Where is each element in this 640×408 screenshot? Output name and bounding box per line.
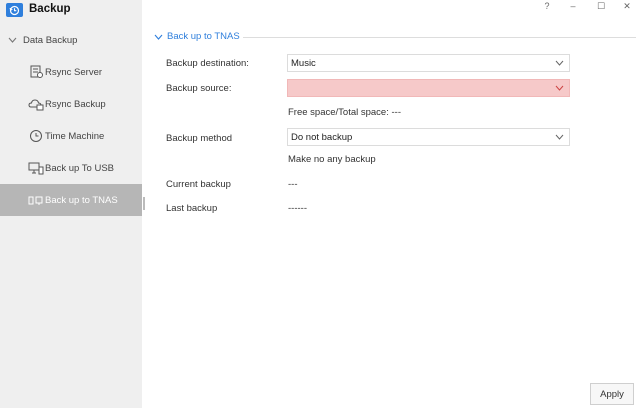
sidebar-item-rsync-server[interactable]: Rsync Server <box>0 56 142 88</box>
sidebar-group-label: Data Backup <box>23 35 78 46</box>
chevron-down-icon <box>555 60 564 66</box>
backup-destination-select[interactable]: Music <box>287 54 570 72</box>
time-machine-icon <box>30 130 42 142</box>
tnas-backup-icon <box>28 196 43 205</box>
last-backup-value: ------ <box>288 203 307 214</box>
section-header[interactable]: Back up to TNAS <box>153 30 636 44</box>
sidebar-item-time-machine[interactable]: Time Machine <box>0 120 142 152</box>
backup-destination-value: Music <box>291 58 316 69</box>
section-divider <box>243 37 636 38</box>
current-backup-value: --- <box>288 179 298 190</box>
sidebar-item-label: Back up to TNAS <box>45 195 118 206</box>
sidebar-item-rsync-backup[interactable]: Rsync Backup <box>0 88 142 120</box>
sidebar-resize-handle[interactable] <box>143 197 145 210</box>
backup-destination-label: Backup destination: <box>166 58 249 69</box>
backup-method-hint: Make no any backup <box>288 154 376 165</box>
window-controls: ? – ☐ ✕ <box>520 0 640 14</box>
maximize-button[interactable]: ☐ <box>591 0 611 12</box>
rsync-backup-icon <box>28 99 44 111</box>
backup-method-select[interactable]: Do not backup <box>287 128 570 146</box>
backup-source-label: Backup source: <box>166 83 232 94</box>
space-info-text: Free space/Total space: --- <box>288 107 401 118</box>
app-header: Backup <box>0 0 142 20</box>
chevron-down-icon <box>8 37 17 43</box>
rsync-server-icon <box>30 65 43 78</box>
backup-app-icon <box>6 3 23 17</box>
sidebar-item-label: Time Machine <box>45 131 105 142</box>
usb-backup-icon <box>28 162 44 175</box>
app-title: Backup <box>29 3 71 15</box>
help-button[interactable]: ? <box>537 0 557 12</box>
chevron-down-icon <box>154 34 163 40</box>
last-backup-label: Last backup <box>166 203 218 214</box>
sidebar-item-usb-backup[interactable]: Back up To USB <box>0 152 142 184</box>
sidebar: Backup Data Backup Rsync Server Rsync Ba… <box>0 0 142 408</box>
backup-method-value: Do not backup <box>291 132 353 143</box>
sidebar-item-label: Rsync Backup <box>45 99 106 110</box>
close-button[interactable]: ✕ <box>617 0 637 12</box>
sidebar-group-data-backup[interactable]: Data Backup <box>0 31 142 49</box>
sidebar-item-label: Back up To USB <box>45 163 115 174</box>
minimize-button[interactable]: – <box>563 0 583 12</box>
chevron-down-icon <box>555 134 564 140</box>
sidebar-item-label: Rsync Server <box>45 67 103 78</box>
backup-method-label: Backup method <box>166 133 233 144</box>
section-title: Back up to TNAS <box>167 31 240 42</box>
current-backup-label: Current backup <box>166 179 231 190</box>
chevron-down-icon <box>555 85 564 91</box>
sidebar-item-tnas-backup[interactable]: Back up to TNAS <box>0 184 142 216</box>
backup-source-select[interactable] <box>287 79 570 97</box>
apply-button[interactable]: Apply <box>590 383 634 405</box>
